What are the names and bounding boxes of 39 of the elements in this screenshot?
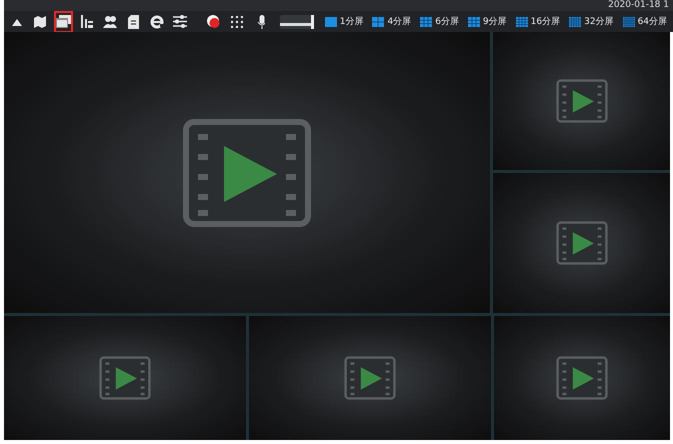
- video-play-icon: [556, 356, 608, 400]
- volume-slider[interactable]: [280, 14, 314, 28]
- video-pane[interactable]: [493, 173, 670, 313]
- layout-button[interactable]: 6分屏: [418, 15, 461, 28]
- layout-grid-icon: [372, 16, 384, 26]
- windows-icon: [56, 15, 72, 28]
- browser-e-icon: [150, 14, 164, 28]
- users-icon: [103, 15, 118, 28]
- layout-grid-icon: [622, 16, 635, 26]
- triangle-up-icon: [12, 18, 22, 26]
- sliders-icon: [172, 15, 187, 28]
- video-play-icon: [556, 221, 608, 265]
- layout-grid-icon: [468, 16, 480, 26]
- layout-button[interactable]: 64分屏: [620, 15, 670, 28]
- video-play-icon: [99, 356, 151, 400]
- video-pane[interactable]: [494, 316, 670, 440]
- document-icon: [128, 14, 139, 28]
- layout-grid-icon: [420, 16, 432, 26]
- record-icon: [206, 14, 221, 29]
- volume-thumb[interactable]: [310, 14, 314, 28]
- bar-chart-icon: [80, 15, 94, 28]
- video-pane[interactable]: [4, 316, 246, 440]
- video-pane[interactable]: [493, 32, 670, 170]
- video-play-icon: [344, 356, 396, 400]
- layout-grid-icon: [516, 16, 528, 26]
- microphone-icon: [256, 14, 265, 28]
- layout-grid-icon: [569, 16, 582, 26]
- layout-grid-icon: [324, 16, 337, 26]
- layout-button[interactable]: 9分屏: [466, 15, 509, 28]
- video-pane[interactable]: [249, 316, 491, 440]
- map-icon: [33, 14, 48, 28]
- layout-button[interactable]: 4分屏: [370, 15, 414, 28]
- grid-icon: [230, 16, 243, 28]
- video-play-icon: [556, 79, 608, 123]
- video-play-icon: [182, 118, 312, 228]
- layout-button[interactable]: 1分屏: [322, 15, 366, 28]
- date-time: 2020-01-18 1: [608, 0, 669, 11]
- layout-button[interactable]: 32分屏: [567, 15, 616, 28]
- layout-button[interactable]: 16分屏: [514, 15, 562, 28]
